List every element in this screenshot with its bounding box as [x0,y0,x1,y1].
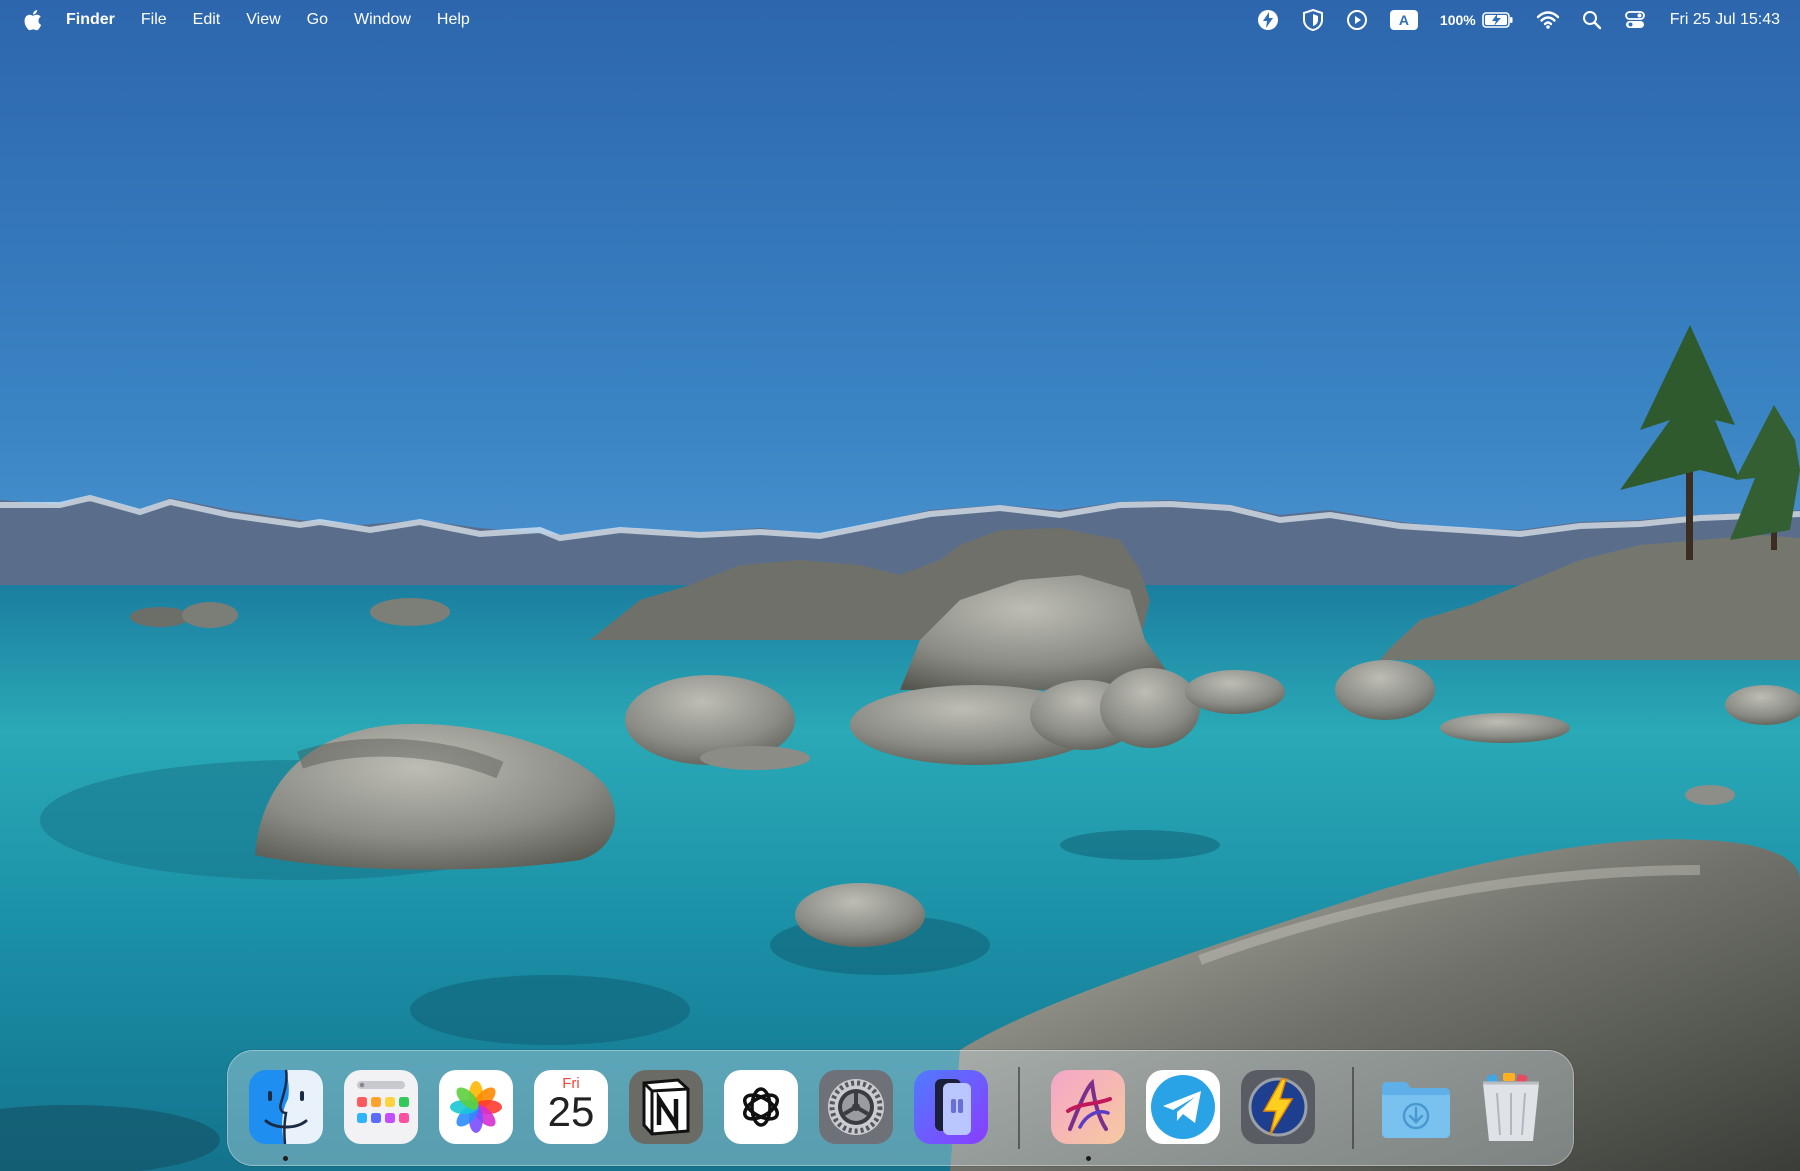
bolt-status-icon[interactable] [1256,0,1280,40]
menu-view[interactable]: View [246,0,280,40]
downloads-folder-icon [1382,1082,1450,1138]
menu-file[interactable]: File [141,0,167,40]
dock-app-affinity-designer[interactable] [1050,1069,1126,1145]
play-circle-status-icon[interactable] [1346,0,1368,40]
dock-separator [1352,1067,1354,1149]
dock-app-notion[interactable] [628,1069,704,1145]
apple-menu-icon[interactable] [22,7,44,33]
desktop-wallpaper [0,0,1800,1171]
iphone-mirroring-icon [914,1070,988,1144]
menu-help[interactable]: Help [437,0,470,40]
dock-app-finder[interactable] [248,1069,324,1145]
calendar-day-number: 25 [547,1088,595,1135]
dock-running-indicator [283,1156,288,1161]
dock-running-indicator [1086,1156,1091,1161]
dock-folder-downloads[interactable] [1378,1069,1454,1145]
menu-go[interactable]: Go [307,0,328,40]
wifi-icon[interactable] [1536,0,1560,40]
menu-window[interactable]: Window [354,0,411,40]
dock: Fri 25 [227,1050,1574,1166]
battery-status[interactable]: 100% [1440,0,1514,40]
dock-app-photos[interactable] [438,1069,514,1145]
dock-app-iphone-mirroring[interactable] [913,1069,989,1145]
menu-bar-status: A 100% Fri 25 Jul 15:43 [1234,0,1800,40]
menu-app-finder[interactable]: Finder [66,0,115,40]
dock-trash[interactable] [1473,1069,1549,1145]
dock-app-reeder[interactable] [1240,1069,1316,1145]
dock-app-system-settings[interactable] [818,1069,894,1145]
calendar-date-display: Fri 25 [533,1069,609,1145]
launchpad-icon [344,1070,418,1144]
chatgpt-icon [724,1070,798,1144]
dock-app-calendar[interactable]: Fri 25 [533,1069,609,1145]
gear-icon [819,1070,893,1144]
menu-bar: Finder File Edit View Go Window Help A 1… [0,0,1800,40]
menu-clock[interactable]: Fri 25 Jul 15:43 [1670,11,1780,29]
dock-app-telegram[interactable] [1145,1069,1221,1145]
shield-status-icon[interactable] [1302,0,1324,40]
trash-icon [1483,1073,1539,1141]
search-icon[interactable] [1582,0,1602,40]
battery-percent: 100% [1439,12,1476,28]
control-center-icon[interactable] [1624,0,1646,40]
affinity-icon [1051,1070,1125,1144]
keyboard-input-icon[interactable]: A [1389,0,1418,40]
telegram-icon [1146,1070,1220,1144]
menu-bar-left: Finder File Edit View Go Window Help [0,0,496,40]
dock-app-chatgpt[interactable] [723,1069,799,1145]
lightning-icon [1241,1070,1315,1144]
dock-app-launchpad[interactable] [343,1069,419,1145]
photos-icon [439,1070,513,1144]
dock-separator [1018,1067,1020,1149]
notion-icon [629,1070,703,1144]
finder-icon [249,1069,323,1145]
keyboard-input-label: A [1389,10,1418,30]
battery-charging-icon [1481,12,1513,28]
menu-edit[interactable]: Edit [193,0,221,40]
